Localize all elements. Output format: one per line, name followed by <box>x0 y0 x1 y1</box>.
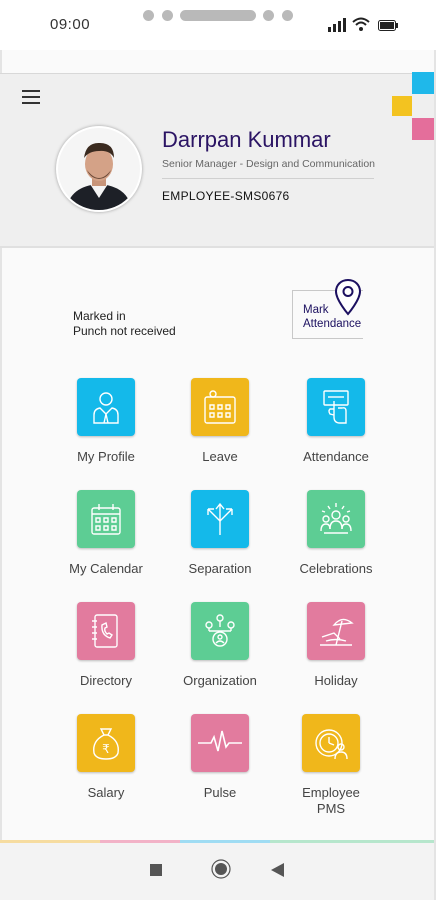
tile-celebrations[interactable]: Celebrations <box>281 490 391 577</box>
pms-icon <box>302 714 360 772</box>
celebrations-icon <box>307 490 365 548</box>
back-button[interactable] <box>271 863 284 877</box>
tile-leave[interactable]: Leave <box>165 378 275 465</box>
tile-my-calendar[interactable]: My Calendar <box>51 490 161 577</box>
holiday-icon <box>307 602 365 660</box>
calendar-icon <box>77 490 135 548</box>
svg-text:₹: ₹ <box>102 742 110 756</box>
home-button[interactable] <box>211 859 231 879</box>
employee-name: Darrpan Kummar <box>162 127 331 152</box>
tile-label: Organization <box>183 673 257 688</box>
tile-separation[interactable]: Separation <box>165 490 275 577</box>
camera-notch <box>143 10 293 22</box>
attendance-status-line1: Marked in <box>73 309 126 323</box>
profile-icon <box>77 378 135 436</box>
attendance-status: Marked in Punch not received <box>73 309 176 339</box>
wifi-icon <box>352 17 370 31</box>
tile-label: Directory <box>79 673 132 688</box>
leave-icon <box>191 378 249 436</box>
status-bar: 09:00 <box>0 0 436 50</box>
decorative-squares-icon <box>392 72 434 140</box>
recents-button[interactable] <box>150 864 162 876</box>
battery-icon <box>378 20 398 31</box>
hamburger-icon[interactable] <box>22 90 40 104</box>
profile-header: Darrpan Kummar Senior Manager - Design a… <box>0 72 434 248</box>
tile-attendance[interactable]: Attendance <box>281 378 391 465</box>
tile-my-profile[interactable]: My Profile <box>51 378 161 465</box>
location-pin-icon[interactable] <box>334 278 362 316</box>
attendance-icon <box>307 378 365 436</box>
tile-salary[interactable]: ₹ Salary <box>51 714 161 801</box>
attendance-status-line2: Punch not received <box>73 324 176 338</box>
tile-label-line1: Employee <box>302 785 360 800</box>
header-divider <box>162 178 374 179</box>
tile-label-multiline: Employee PMS <box>276 785 386 817</box>
status-time: 09:00 <box>50 16 91 33</box>
tile-pulse[interactable]: Pulse <box>165 714 275 801</box>
organization-icon <box>191 602 249 660</box>
pulse-icon <box>191 714 249 772</box>
tile-organization[interactable]: Organization <box>165 602 275 689</box>
tile-label: Celebrations <box>299 561 373 576</box>
tile-label: Pulse <box>203 785 237 800</box>
tile-label: Holiday <box>314 673 358 688</box>
tile-label: Leave <box>202 449 238 464</box>
tile-label: Salary <box>87 785 125 800</box>
employee-id: EMPLOYEE-SMS0676 <box>162 189 290 203</box>
tile-label: Attendance <box>303 449 369 464</box>
tile-label-line2: PMS <box>316 801 346 816</box>
directory-icon <box>77 602 135 660</box>
salary-icon: ₹ <box>77 714 135 772</box>
tile-label: Separation <box>188 561 252 576</box>
tile-label: My Calendar <box>69 561 143 576</box>
signal-icon <box>328 18 346 32</box>
tile-employee-pms[interactable]: Employee PMS <box>276 714 386 817</box>
system-nav-bar <box>0 843 434 900</box>
tile-directory[interactable]: Directory <box>51 602 161 689</box>
tile-label: My Profile <box>77 449 135 464</box>
tile-holiday[interactable]: Holiday <box>281 602 391 689</box>
separation-icon <box>191 490 249 548</box>
mark-attendance-label-line2: Attendance <box>303 318 362 330</box>
avatar[interactable] <box>56 126 142 212</box>
employee-designation: Senior Manager - Design and Communicatio… <box>162 158 376 170</box>
